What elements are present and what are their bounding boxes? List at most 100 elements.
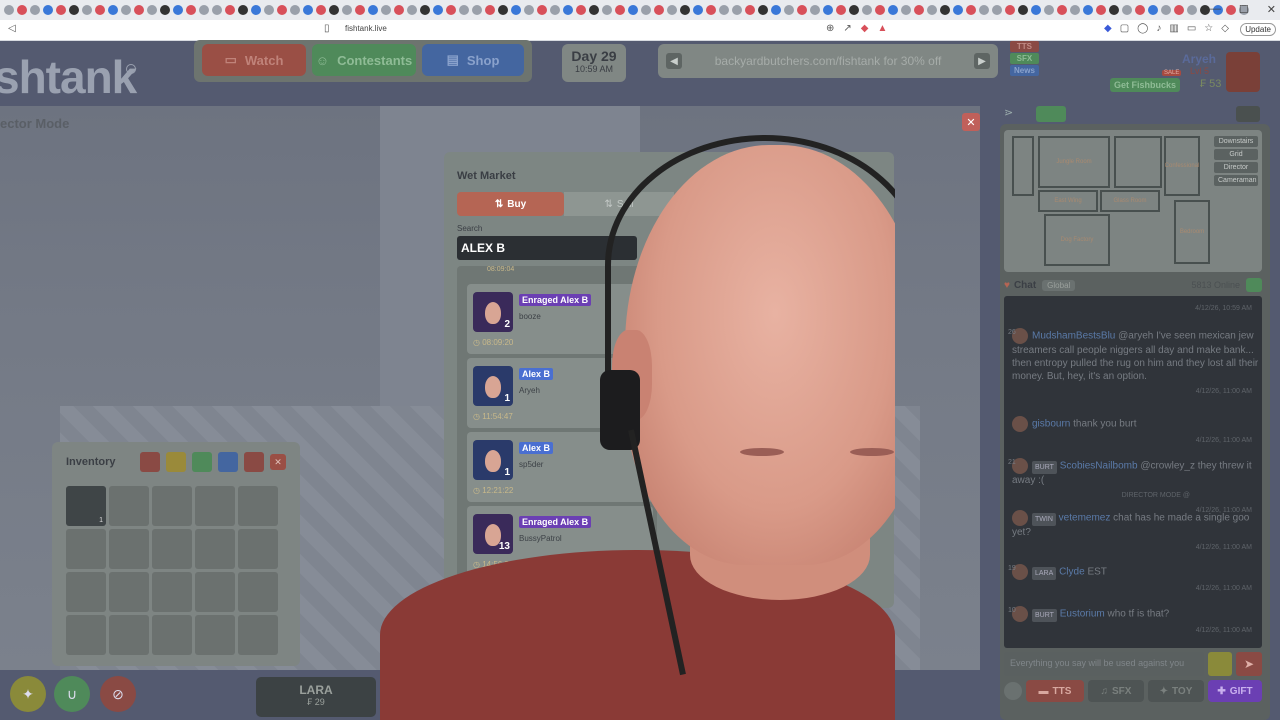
browser-tab-icon[interactable]	[1135, 5, 1145, 15]
browser-tab-icon[interactable]	[238, 5, 248, 15]
nav-arrows-icon[interactable]: ◁	[8, 23, 16, 34]
map-room[interactable]	[1012, 136, 1034, 196]
contestants-button[interactable]: ☺ Contestants	[312, 44, 416, 76]
sort-icon[interactable]	[166, 452, 186, 472]
browser-tab-icon[interactable]	[1018, 5, 1028, 15]
browser-tab-icon[interactable]	[1057, 5, 1067, 15]
chat-settings-icon[interactable]	[1246, 278, 1262, 292]
browser-tab-icon[interactable]	[966, 5, 976, 15]
close-window-icon[interactable]: ✕	[1267, 3, 1276, 16]
gift-button[interactable]: ✚ GIFT	[1208, 680, 1262, 702]
browser-tab-icon[interactable]	[30, 5, 40, 15]
map-nav-button[interactable]: Cameraman	[1214, 175, 1258, 186]
shield-icon[interactable]: ◇	[1221, 23, 1229, 34]
browser-tab-icon[interactable]	[901, 5, 911, 15]
browser-tab-icon[interactable]	[732, 5, 742, 15]
browser-tab-icon[interactable]	[615, 5, 625, 15]
tts-button[interactable]: ▬ TTS	[1026, 680, 1084, 702]
extension-icon[interactable]: ▢	[1120, 23, 1129, 34]
music-icon[interactable]: ♪	[1156, 23, 1161, 34]
browser-tab-icon[interactable]	[459, 5, 469, 15]
fish-icon[interactable]: ⋗	[1004, 106, 1028, 122]
brave-shield-icon[interactable]: ◆	[861, 23, 869, 34]
chat-message[interactable]: 21 BURT ScobiesNailbomb @crowley_z they t…	[1008, 458, 1260, 517]
inventory-slot[interactable]: 1	[66, 486, 106, 526]
browser-tab-icon[interactable]	[1096, 5, 1106, 15]
promo-next-icon[interactable]: ▶	[974, 53, 990, 69]
close-icon[interactable]: ✕	[962, 113, 980, 131]
minimize-icon[interactable]: —	[1210, 3, 1221, 16]
browser-tab-icon[interactable]	[1005, 5, 1015, 15]
browser-tab-icon[interactable]	[1109, 5, 1119, 15]
browser-tab-icon[interactable]	[121, 5, 131, 15]
shop-button[interactable]: ▤ Shop	[422, 44, 524, 76]
collapse-icon[interactable]	[1236, 106, 1260, 122]
browser-tab-icon[interactable]	[446, 5, 456, 15]
house-map[interactable]: Jungle Room Confessional East Wing Glass…	[1004, 130, 1262, 272]
browser-tab-icon[interactable]	[888, 5, 898, 15]
browser-tab-icon[interactable]	[147, 5, 157, 15]
browser-tab-icon[interactable]	[1187, 5, 1197, 15]
browser-tab-icon[interactable]	[810, 5, 820, 15]
browser-tab-icon[interactable]	[953, 5, 963, 15]
inventory-slot[interactable]	[195, 572, 235, 612]
browser-tab-icon[interactable]	[1031, 5, 1041, 15]
chat-avatar[interactable]	[1012, 510, 1028, 526]
browser-tab-icon[interactable]	[719, 5, 729, 15]
trash-icon[interactable]	[140, 452, 160, 472]
browser-tab-icon[interactable]	[992, 5, 1002, 15]
promo-text[interactable]: backyardbutchers.com/fishtank for 30% of…	[715, 54, 942, 68]
inventory-slot[interactable]	[238, 529, 278, 569]
browser-tab-icon[interactable]	[940, 5, 950, 15]
chat-message[interactable]: 26 MudshamBestsBlu @aryeh I've seen mexic…	[1008, 328, 1260, 398]
chat-message[interactable]: TWIN vetememez chat has he made a single…	[1012, 510, 1260, 554]
browser-tab-icon[interactable]	[4, 5, 14, 15]
browser-tab-icon[interactable]	[784, 5, 794, 15]
browser-tab-icon[interactable]	[82, 5, 92, 15]
inventory-slot[interactable]	[238, 572, 278, 612]
chat-message[interactable]: 10 BURT Eustorium who tf is that? 4/12/26,…	[1008, 606, 1260, 637]
inventory-slot[interactable]	[109, 572, 149, 612]
browser-tab-icon[interactable]	[1148, 5, 1158, 15]
browser-tab-icon[interactable]	[524, 5, 534, 15]
map-room-jungle[interactable]: Jungle Room	[1038, 136, 1110, 188]
sidebar-icon[interactable]: ▥	[1169, 23, 1178, 34]
map-room[interactable]	[1114, 136, 1162, 188]
map-nav-button[interactable]: Downstairs	[1214, 136, 1258, 147]
browser-tab-icon[interactable]	[316, 5, 326, 15]
browser-tab-icon[interactable]	[511, 5, 521, 15]
chat-username[interactable]: ScobiesNailbomb	[1060, 461, 1138, 472]
magnet-icon[interactable]: ∪	[54, 676, 90, 712]
extension-icon[interactable]: ◆	[1104, 23, 1112, 34]
browser-tab-icon[interactable]	[563, 5, 573, 15]
browser-tab-icon[interactable]	[43, 5, 53, 15]
star-icon[interactable]: ☆	[1204, 23, 1213, 34]
browser-tab-icon[interactable]	[95, 5, 105, 15]
browser-tab-icon[interactable]	[56, 5, 66, 15]
avatar[interactable]	[1226, 52, 1260, 92]
inventory-slot[interactable]	[152, 572, 192, 612]
chat-username[interactable]: vetememez	[1059, 513, 1111, 524]
browser-tab-icon[interactable]	[1122, 5, 1132, 15]
wallet-icon[interactable]: ▭	[1187, 23, 1196, 34]
zoom-icon[interactable]: ⊕	[826, 23, 834, 34]
browser-tab-icon[interactable]	[667, 5, 677, 15]
inventory-slot[interactable]	[66, 572, 106, 612]
browser-tab-icon[interactable]	[472, 5, 482, 15]
browser-tab-icon[interactable]	[797, 5, 807, 15]
browser-tab-icon[interactable]	[160, 5, 170, 15]
browser-tab-icon[interactable]	[758, 5, 768, 15]
promo-prev-icon[interactable]: ◀	[666, 53, 682, 69]
chat-message[interactable]: gisbourn thank you burt 4/12/26, 11:00 AM	[1012, 416, 1260, 447]
inventory-slot[interactable]	[152, 486, 192, 526]
browser-tab-icon[interactable]	[420, 5, 430, 15]
url-field[interactable]: fishtank.live	[345, 24, 387, 33]
browser-tab-icon[interactable]	[1070, 5, 1080, 15]
browser-tab-icon[interactable]	[914, 5, 924, 15]
browser-tab-icon[interactable]	[641, 5, 651, 15]
extension-icon[interactable]: ◯	[1137, 23, 1148, 34]
browser-tab-icon[interactable]	[602, 5, 612, 15]
browser-tab-icon[interactable]	[979, 5, 989, 15]
emoji-icon[interactable]	[1208, 652, 1232, 676]
browser-tab-icon[interactable]	[498, 5, 508, 15]
